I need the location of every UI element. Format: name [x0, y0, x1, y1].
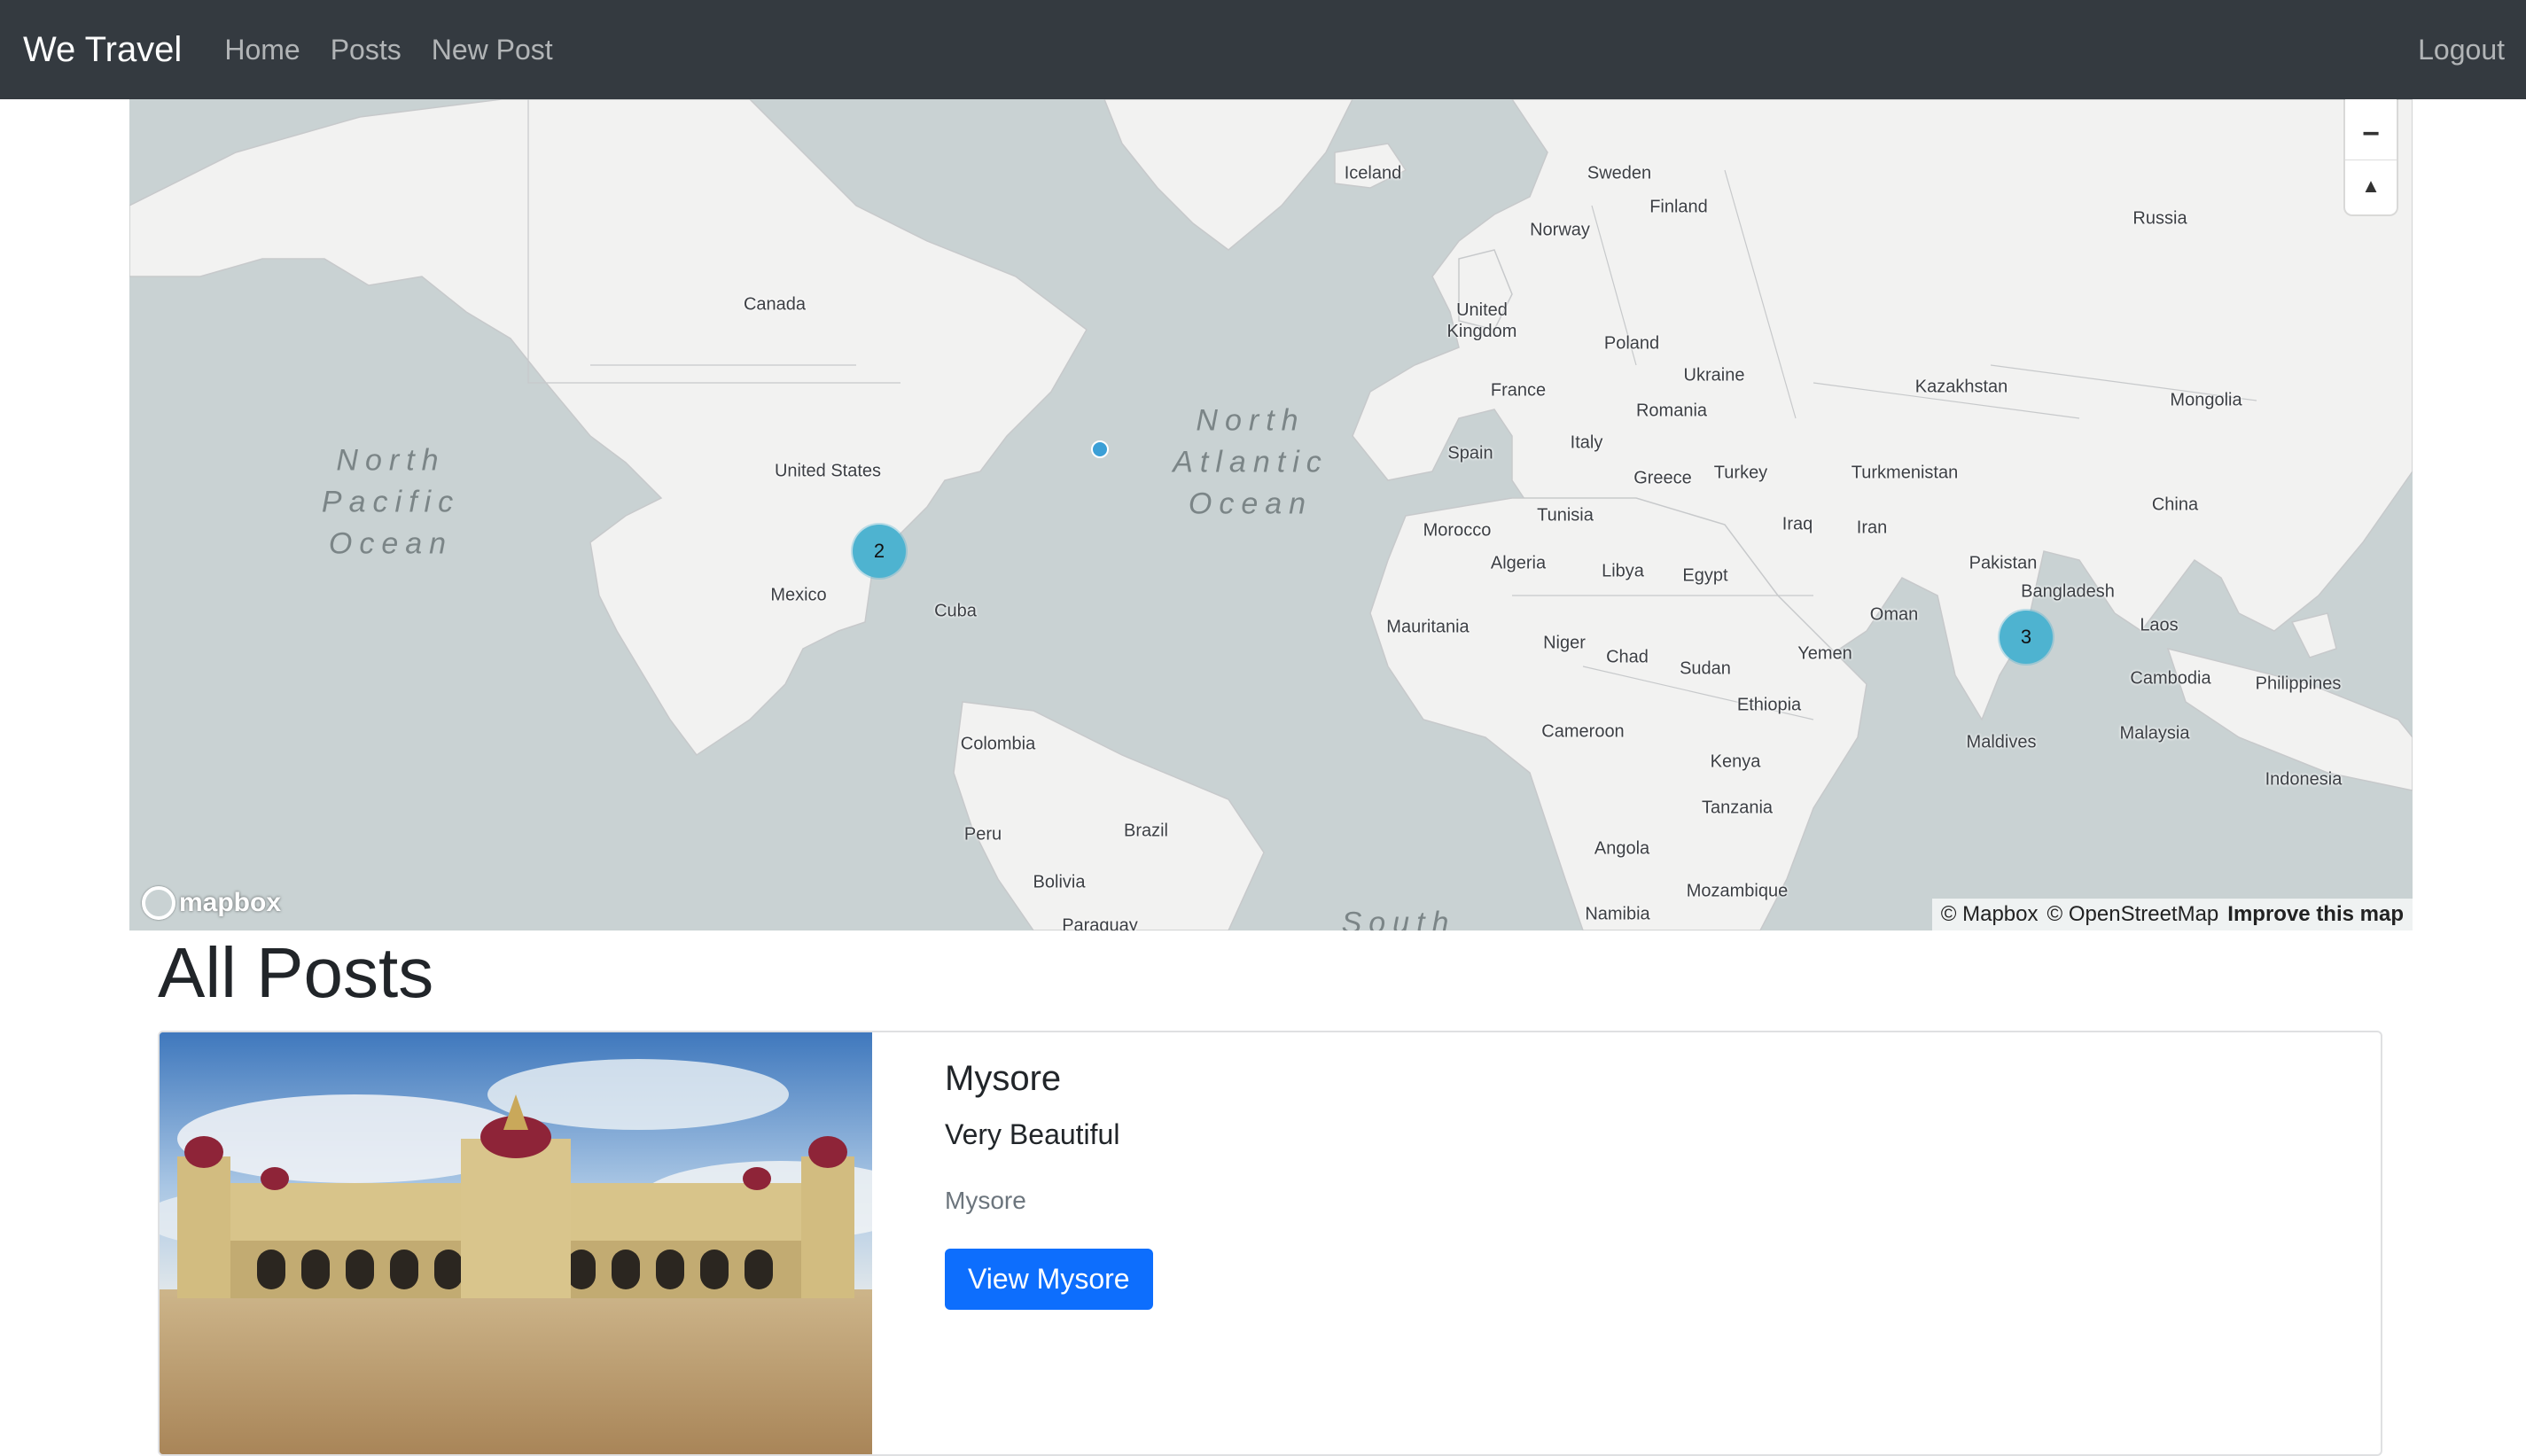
- mapbox-logo-icon: [142, 886, 175, 920]
- country-label: Iceland: [1344, 163, 1402, 183]
- map-attribution: © Mapbox © OpenStreetMap Improve this ma…: [1931, 899, 2413, 930]
- post-location: Mysore: [945, 1187, 1026, 1214]
- country-label: Libya: [1602, 561, 1644, 581]
- brand-link[interactable]: We Travel: [23, 30, 182, 70]
- country-label: Poland: [1603, 333, 1660, 354]
- post-card-body: Mysore Very Beautiful Mysore View Mysore: [945, 1059, 1153, 1310]
- country-label: Brazil: [1123, 821, 1169, 841]
- compass-icon: ▲: [2361, 175, 2381, 197]
- map-navigation-control: − ▲: [2345, 99, 2397, 214]
- country-label: Peru: [963, 824, 1002, 845]
- ocean-label: North Atlantic Ocean: [1173, 403, 1329, 521]
- country-label: Finland: [1649, 197, 1708, 217]
- country-label: Norway: [1530, 220, 1590, 240]
- country-label: Mexico: [770, 585, 827, 605]
- country-label: Niger: [1543, 633, 1586, 653]
- country-label: Greece: [1633, 468, 1692, 488]
- map-cluster-marker[interactable]: 2: [853, 525, 906, 578]
- compass-button[interactable]: ▲: [2345, 160, 2397, 212]
- ocean-label: North Pacific Ocean: [321, 443, 461, 561]
- country-label: Iraq: [1781, 514, 1813, 534]
- country-label: Pakistan: [1969, 553, 2038, 573]
- country-label: Chad: [1606, 647, 1649, 667]
- country-label: Mauritania: [1386, 617, 1470, 637]
- country-label: Iran: [1856, 518, 1888, 538]
- country-label: Cuba: [934, 601, 977, 621]
- country-label: Canada: [743, 294, 807, 315]
- post-title: Mysore: [945, 1059, 1062, 1098]
- country-label: Kenya: [1710, 751, 1761, 772]
- ocean-label: South: [1341, 906, 1456, 931]
- page-title: All Posts: [158, 933, 434, 1012]
- zoom-out-button[interactable]: −: [2345, 108, 2397, 160]
- country-label: Romania: [1635, 401, 1708, 421]
- mapbox-logo[interactable]: mapbox: [142, 886, 281, 920]
- improve-map-link[interactable]: Improve this map: [2227, 902, 2404, 927]
- country-label: United States: [774, 461, 882, 481]
- country-label: Turkey: [1713, 463, 1768, 483]
- country-label: Laos: [2140, 615, 2179, 635]
- country-label: Sudan: [1680, 658, 1731, 679]
- country-label: Mongolia: [2170, 390, 2242, 410]
- nav-posts-link[interactable]: Posts: [331, 34, 402, 66]
- country-label: Cameroon: [1541, 721, 1625, 742]
- nav-new-post-link[interactable]: New Post: [432, 34, 553, 66]
- country-label: Oman: [1869, 604, 1919, 625]
- country-label: Philippines: [2255, 673, 2342, 694]
- palace-illustration: [160, 1032, 872, 1454]
- navbar: We Travel Home Posts New Post Logout: [0, 0, 2526, 99]
- nav-home-link[interactable]: Home: [224, 34, 300, 66]
- post-description: Very Beautiful: [945, 1118, 1120, 1150]
- country-label: Ethiopia: [1736, 695, 1802, 715]
- attribution-osm-link[interactable]: © OpenStreetMap: [2047, 902, 2219, 927]
- cluster-map[interactable]: North Pacific Ocean North Atlantic Ocean…: [129, 99, 2413, 930]
- country-label: Russia: [2132, 208, 2187, 229]
- country-label: United Kingdom: [1446, 300, 1517, 341]
- mapbox-logo-text: mapbox: [179, 888, 282, 917]
- country-label: Malaysia: [2119, 723, 2190, 744]
- map-point-marker[interactable]: [1091, 440, 1109, 458]
- country-label: Cambodia: [2130, 668, 2211, 689]
- logout-link[interactable]: Logout: [2418, 34, 2505, 66]
- country-label: Italy: [1570, 432, 1603, 453]
- country-label: Mozambique: [1686, 881, 1789, 901]
- country-label: Namibia: [1585, 904, 1650, 924]
- country-label: Egypt: [1682, 565, 1728, 586]
- country-label: China: [2151, 494, 2199, 515]
- country-label: Yemen: [1797, 643, 1852, 664]
- attribution-mapbox-link[interactable]: © Mapbox: [1941, 902, 2039, 927]
- country-label: Kazakhstan: [1914, 377, 2008, 397]
- view-post-button[interactable]: View Mysore: [945, 1249, 1153, 1310]
- post-image: [160, 1032, 872, 1454]
- country-label: Tanzania: [1701, 798, 1774, 818]
- country-label: Algeria: [1490, 553, 1547, 573]
- country-label: Tunisia: [1537, 505, 1594, 526]
- country-label: France: [1490, 380, 1547, 401]
- country-label: Bangladesh: [2021, 581, 2115, 602]
- country-label: Angola: [1594, 838, 1650, 859]
- country-label: Spain: [1447, 443, 1493, 463]
- map-cluster-marker[interactable]: 3: [2000, 611, 2053, 664]
- country-label: Colombia: [960, 734, 1036, 754]
- country-label: Paraguay: [1062, 915, 1138, 931]
- country-label: Sweden: [1587, 163, 1652, 183]
- country-label: Maldives: [1966, 732, 2037, 752]
- country-label: Bolivia: [1033, 872, 1086, 892]
- post-card: Mysore Very Beautiful Mysore View Mysore: [158, 1031, 2382, 1456]
- country-label: Morocco: [1423, 520, 1492, 541]
- country-label: Turkmenistan: [1851, 463, 1959, 483]
- country-label: Ukraine: [1683, 365, 1745, 385]
- country-label: Indonesia: [2265, 769, 2343, 790]
